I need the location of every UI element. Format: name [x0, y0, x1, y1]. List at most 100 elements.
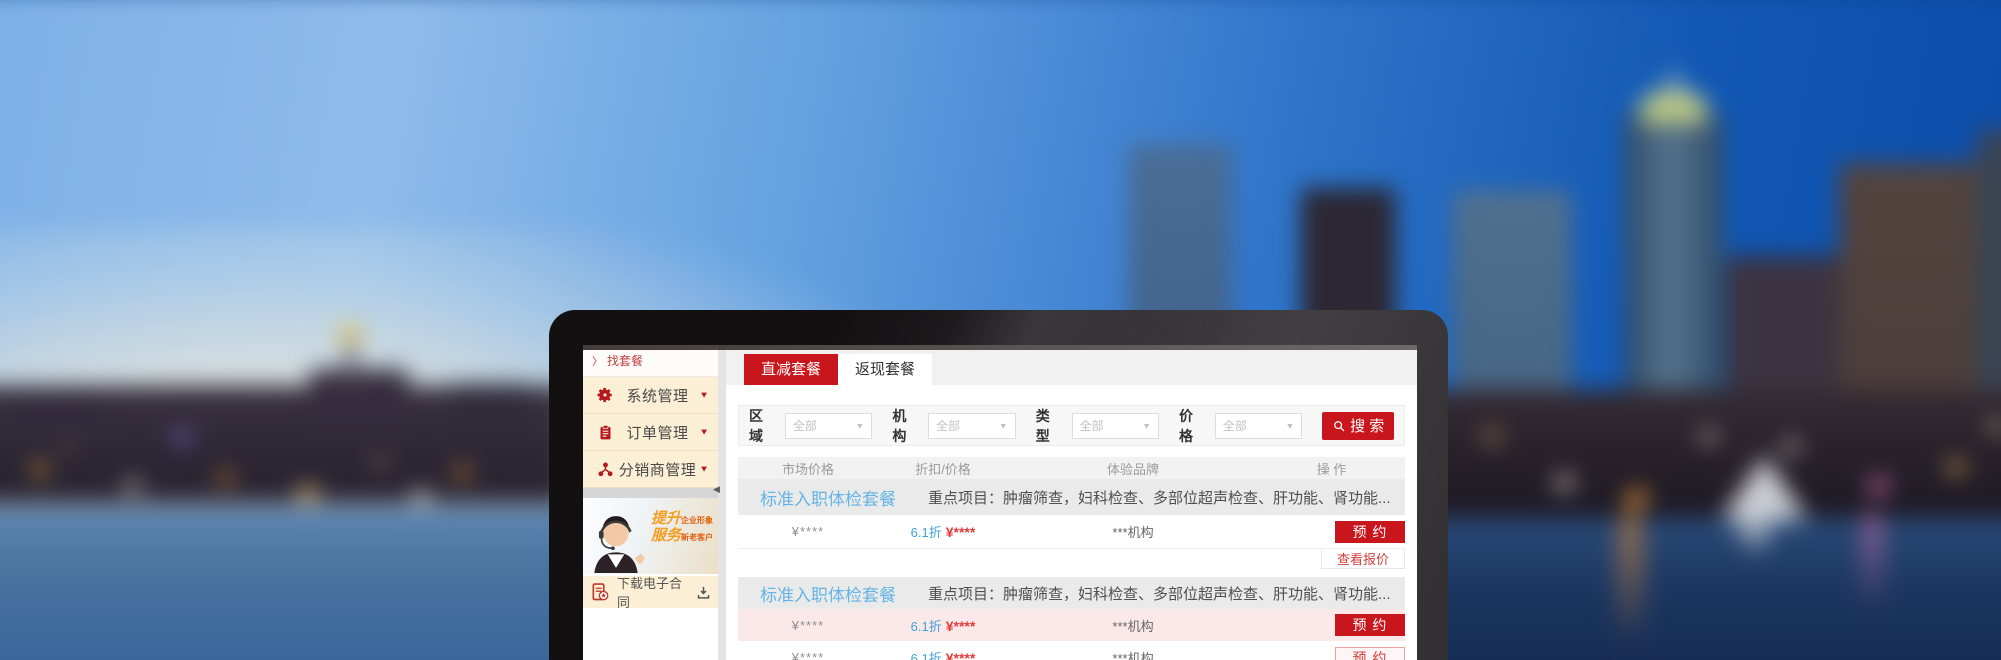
download-contract-button[interactable]: 下载电子合同 — [583, 576, 718, 608]
sidebar-divider: ◀ — [718, 345, 726, 660]
region-select-value: 全部 — [793, 417, 817, 434]
promo-line1-small: 企业形象 — [681, 516, 713, 525]
tab-bar: 直减套餐 返现套餐 — [726, 345, 1417, 385]
region-select[interactable]: 全部 ▼ — [785, 413, 873, 439]
chevron-down-icon: ▼ — [699, 464, 709, 473]
sidebar-item-system-management[interactable]: 系统管理 ▼ — [583, 377, 718, 414]
left-building — [452, 384, 526, 430]
sidebar-item-order-management[interactable]: 订单管理 ▼ — [583, 414, 718, 451]
light-reflection-pink — [1861, 510, 1884, 613]
clipboard-icon — [594, 424, 616, 441]
sidebar-empty-area — [583, 608, 718, 660]
promo-line2-big: 服务 — [651, 527, 681, 544]
contract-icon — [590, 582, 610, 602]
discount-value: 6.1折 — [911, 525, 942, 540]
filter-bar: 区域 全部 ▼ 机构 全部 ▼ 类型 全部 ▼ — [738, 405, 1405, 446]
brand-cell: ***机构 — [1008, 616, 1258, 635]
table-row: ¥**** 6.1折 ¥**** ***机构 预 约 — [738, 609, 1405, 641]
search-icon — [1332, 419, 1346, 433]
operation-cell: 预 约 — [1258, 614, 1405, 636]
tablet-device: 〉 找套餐 系统管理 ▼ 订单管理 ▼ — [549, 310, 1448, 660]
price-value: ¥**** — [946, 524, 976, 540]
package-group-title-row: 标准入职体检套餐 重点项目：肿瘤筛查，妇科检查、多部位超声检查、肝功能、肾功能.… — [738, 577, 1405, 609]
sidebar-item-distributor-management[interactable]: 分销商管理 ▼ — [583, 451, 718, 488]
institution-select-value: 全部 — [936, 417, 960, 434]
chevron-right-icon: 〉 — [592, 353, 603, 369]
sidebar-item-label: 分销商管理 — [616, 459, 699, 480]
table-header-row: 市场价格 折扣/价格 体验品牌 操 作 — [738, 457, 1405, 479]
book-button[interactable]: 预 约 — [1335, 614, 1405, 636]
space-needle-mast — [347, 338, 354, 392]
space-needle-top — [337, 330, 365, 343]
find-package-label: 找套餐 — [607, 352, 643, 369]
column-header-operation: 操 作 — [1258, 459, 1405, 478]
column-header-discount-price: 折扣/价格 — [878, 459, 1008, 478]
light-reflection-orange — [1616, 510, 1645, 649]
package-group-title-row: 标准入职体检套餐 重点项目：肿瘤筛查，妇科检查、多部位超声检查、肝功能、肾功能.… — [738, 479, 1405, 515]
promo-line1-big: 提升 — [651, 510, 681, 527]
brand-cell: ***机构 — [1008, 648, 1258, 660]
package-description: 重点项目：肿瘤筛查，妇科检查、多部位超声检查、肝功能、肾功能... — [928, 487, 1391, 508]
table-row: ¥**** 6.1折 ¥**** ***机构 预 约 — [738, 641, 1405, 660]
package-description: 重点项目：肿瘤筛查，妇科检查、多部位超声检查、肝功能、肾功能... — [928, 583, 1391, 604]
light-reflection-white — [1737, 505, 1772, 548]
column-header-brand: 体验品牌 — [1008, 459, 1258, 478]
package-title-link[interactable]: 标准入职体检套餐 — [738, 485, 928, 510]
chevron-down-icon: ▼ — [699, 427, 709, 436]
org-icon — [594, 461, 616, 478]
sidebar-strip — [583, 488, 718, 498]
tab-cashback-packages[interactable]: 返现套餐 — [838, 354, 932, 385]
app-screen: 〉 找套餐 系统管理 ▼ 订单管理 ▼ — [583, 345, 1417, 660]
search-button-label: 搜 索 — [1350, 415, 1384, 436]
promo-text: 提升企业形象 服务新老客户 — [651, 511, 713, 545]
tab-direct-discount-packages[interactable]: 直减套餐 — [744, 354, 838, 385]
book-button[interactable]: 预 约 — [1335, 647, 1405, 660]
discount-price-cell: 6.1折 ¥**** — [878, 522, 1008, 541]
download-icon — [696, 585, 711, 600]
filter-label-institution: 机构 — [892, 406, 920, 446]
price-value: ¥**** — [946, 618, 976, 634]
discount-price-cell: 6.1折 ¥**** — [878, 648, 1008, 660]
search-button[interactable]: 搜 索 — [1322, 412, 1394, 440]
market-price-cell: ¥**** — [738, 650, 878, 660]
action-strip: 查看报价 — [738, 548, 1405, 569]
market-price-cell: ¥**** — [738, 618, 878, 633]
content-area: 区域 全部 ▼ 机构 全部 ▼ 类型 全部 ▼ — [726, 385, 1417, 660]
market-price-cell: ¥**** — [738, 524, 878, 539]
price-value: ¥**** — [946, 650, 976, 660]
discount-value: 6.1折 — [911, 619, 942, 634]
download-contract-label: 下载电子合同 — [617, 573, 689, 611]
table-row: ¥**** 6.1折 ¥**** ***机构 预 约 — [738, 515, 1405, 548]
package-title-link[interactable]: 标准入职体检套餐 — [738, 581, 928, 606]
discount-value: 6.1折 — [911, 651, 942, 660]
promo-banner[interactable]: 提升企业形象 服务新老客户 — [583, 498, 718, 574]
left-building — [11, 398, 99, 429]
view-quote-button[interactable]: 查看报价 — [1321, 549, 1405, 569]
price-select[interactable]: 全部 ▼ — [1215, 413, 1303, 439]
tall-tower-spire — [1672, 68, 1677, 95]
left-building — [310, 369, 408, 426]
chevron-down-icon: ▼ — [1142, 421, 1151, 430]
sidebar-item-label: 系统管理 — [616, 385, 699, 406]
sidebar-item-label: 订单管理 — [616, 422, 699, 443]
group-gap — [738, 569, 1405, 577]
chevron-down-icon: ▼ — [1285, 421, 1294, 430]
package-table: 市场价格 折扣/价格 体验品牌 操 作 标准入职体检套餐 重点项目：肿瘤筛查，妇… — [738, 457, 1405, 660]
screen-top-shadow — [583, 345, 1417, 350]
filter-label-price: 价格 — [1179, 406, 1207, 446]
type-select[interactable]: 全部 ▼ — [1072, 413, 1160, 439]
operation-cell: 预 约 — [1258, 647, 1405, 660]
institution-select[interactable]: 全部 ▼ — [928, 413, 1016, 439]
book-button[interactable]: 预 约 — [1335, 521, 1405, 543]
filter-label-type: 类型 — [1036, 406, 1064, 446]
discount-price-cell: 6.1折 ¥**** — [878, 616, 1008, 635]
chevron-down-icon: ▼ — [999, 421, 1008, 430]
filter-label-region: 区域 — [749, 406, 777, 446]
page: 〉 找套餐 系统管理 ▼ 订单管理 ▼ — [0, 0, 2001, 660]
sidebar-collapse-icon[interactable]: ◀ — [713, 484, 720, 495]
column-header-market-price: 市场价格 — [738, 459, 878, 478]
price-select-value: 全部 — [1223, 417, 1247, 434]
chevron-down-icon: ▼ — [699, 390, 709, 399]
brand-cell: ***机构 — [1008, 522, 1258, 541]
customer-service-photo — [585, 510, 647, 574]
